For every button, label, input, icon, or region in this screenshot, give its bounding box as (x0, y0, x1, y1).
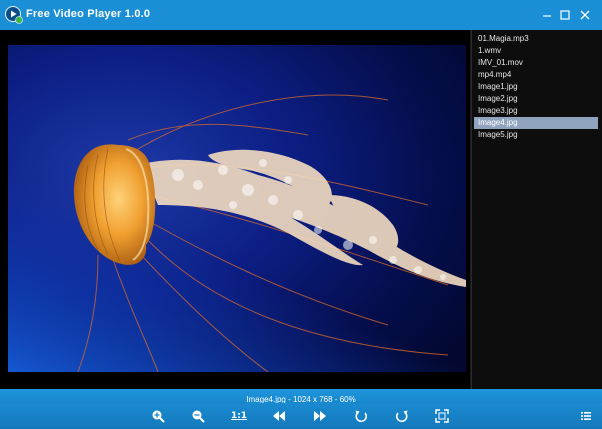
fit-screen-button[interactable] (434, 408, 450, 424)
video-pane[interactable] (0, 30, 470, 389)
title-bar: Free Video Player 1.0.0 (0, 0, 602, 30)
status-bar: Image4.jpg - 1024 x 768 - 60% (0, 389, 602, 404)
zoom-in-icon (152, 410, 165, 423)
playlist-item[interactable]: Image1.jpg (474, 81, 598, 93)
playlist-item[interactable]: 1.wmv (474, 45, 598, 57)
fit-screen-icon (435, 409, 449, 423)
zoom-out-icon (192, 410, 205, 423)
zoom-out-button[interactable] (190, 408, 206, 424)
playlist-item[interactable]: Image2.jpg (474, 93, 598, 105)
jellyfish-photo (8, 45, 466, 372)
actual-size-button[interactable]: 1:1 (231, 408, 247, 424)
rotate-left-icon (355, 410, 368, 423)
minimize-icon (543, 15, 551, 17)
zoom-in-button[interactable] (150, 408, 166, 424)
playlist-toggle-button[interactable] (578, 408, 594, 424)
playlist-item[interactable]: Image3.jpg (474, 105, 598, 117)
rotate-left-button[interactable] (353, 408, 369, 424)
toolbar: 1:1 (0, 403, 602, 429)
actual-size-icon: 1:1 (230, 411, 248, 421)
playlist-panel: 01.Magia.mp3 1.wmv IMV_01.mov mp4.mp4 Im… (471, 30, 602, 389)
previous-button[interactable] (271, 408, 287, 424)
play-logo-icon (5, 6, 23, 24)
close-button[interactable] (577, 7, 593, 23)
next-button[interactable] (312, 408, 328, 424)
rotate-right-icon (395, 410, 408, 423)
window-title: Free Video Player 1.0.0 (26, 8, 151, 20)
minimize-button[interactable] (539, 7, 555, 23)
playlist-item-selected[interactable]: Image4.jpg (474, 117, 598, 129)
maximize-icon (560, 10, 570, 20)
playlist-item[interactable]: 01.Magia.mp3 (474, 33, 598, 45)
playlist-item[interactable]: IMV_01.mov (474, 57, 598, 69)
rotate-right-button[interactable] (394, 408, 410, 424)
close-icon (580, 10, 590, 20)
previous-icon (273, 411, 285, 421)
playlist-item[interactable]: mp4.mp4 (474, 69, 598, 81)
playlist-icon (581, 412, 591, 420)
maximize-button[interactable] (557, 7, 573, 23)
next-icon (314, 411, 326, 421)
playlist-item[interactable]: Image5.jpg (474, 129, 598, 141)
